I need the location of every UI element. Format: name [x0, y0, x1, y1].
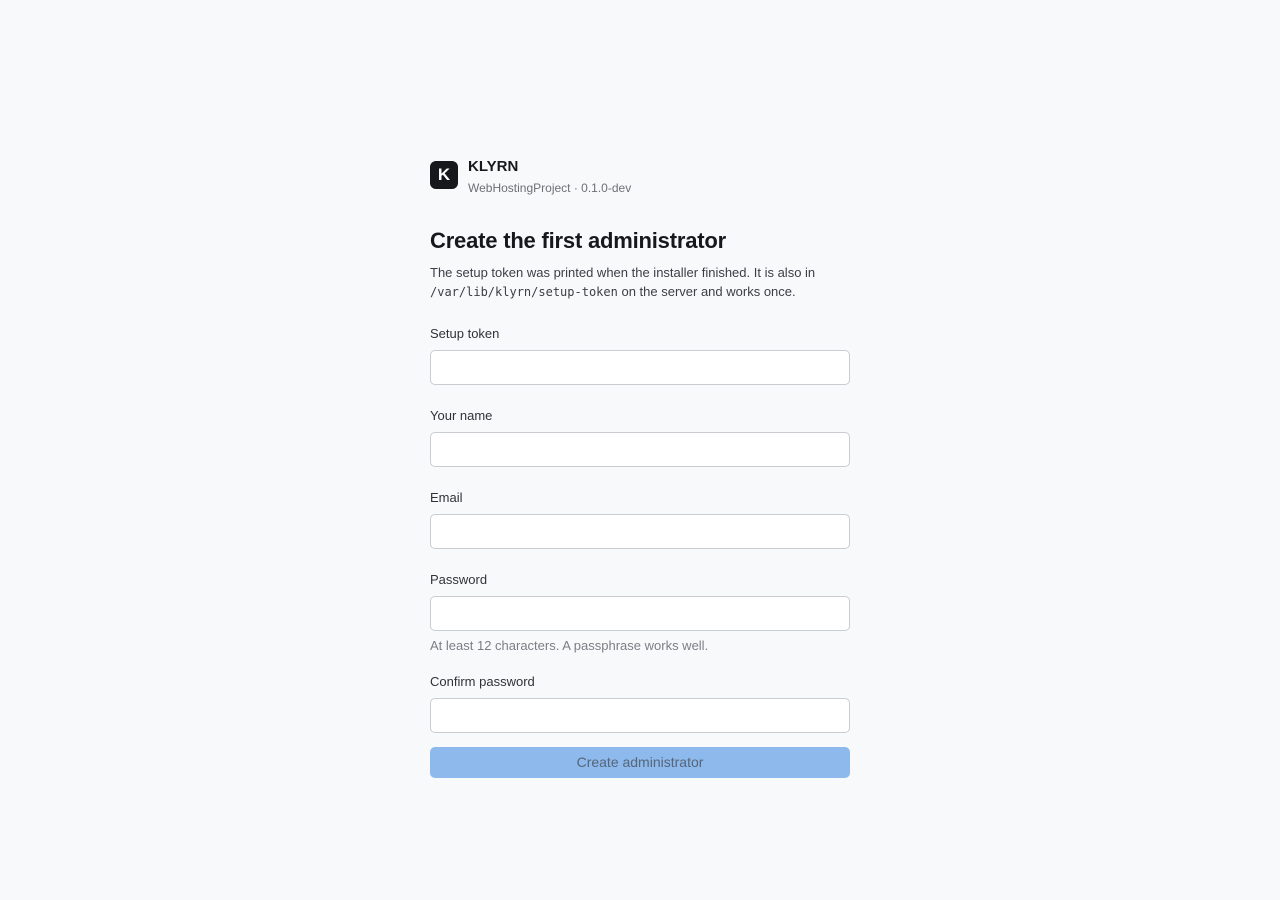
description-text-1: The setup token was printed when the ins…	[430, 265, 816, 280]
page-title: Create the first administrator	[430, 228, 726, 253]
name-label: Your name	[430, 408, 493, 423]
password-label: Password	[430, 572, 488, 587]
setup-token-path: /var/lib/klyrn/setup-token	[430, 285, 618, 299]
brand-text: KLYRN WebHostingProject · 0.1.0-dev	[468, 158, 631, 196]
brand-header: K KLYRN WebHostingProject · 0.1.0-dev	[430, 158, 850, 198]
create-administrator-button[interactable]: Create administrator	[430, 747, 850, 778]
submit-row: Create administrator	[430, 747, 850, 778]
password-input[interactable]	[430, 596, 850, 631]
password-group: Password At least 12 characters. A passp…	[430, 572, 850, 654]
logo-letter: K	[437, 165, 451, 184]
setup-form-container: K KLYRN WebHostingProject · 0.1.0-dev Cr…	[430, 158, 850, 778]
setup-description: The setup token was printed when the ins…	[430, 263, 850, 302]
brand-name: KLYRN	[468, 158, 519, 175]
setup-token-label: Setup token	[430, 326, 500, 341]
setup-form: Setup token Your name Email Password At …	[430, 326, 850, 778]
confirm-password-group: Confirm password	[430, 674, 850, 733]
email-input[interactable]	[430, 514, 850, 549]
klyrn-logo-icon: K	[430, 161, 458, 189]
name-group: Your name	[430, 408, 850, 467]
setup-token-group: Setup token	[430, 326, 850, 385]
brand-subtitle: WebHostingProject · 0.1.0-dev	[468, 181, 632, 195]
setup-token-input[interactable]	[430, 350, 850, 385]
confirm-password-input[interactable]	[430, 698, 850, 733]
description-text-2: on the server and works once.	[621, 284, 796, 299]
email-group: Email	[430, 490, 850, 549]
confirm-password-label: Confirm password	[430, 674, 535, 689]
email-label: Email	[430, 490, 463, 505]
password-hint: At least 12 characters. A passphrase wor…	[430, 638, 709, 653]
name-input[interactable]	[430, 432, 850, 467]
